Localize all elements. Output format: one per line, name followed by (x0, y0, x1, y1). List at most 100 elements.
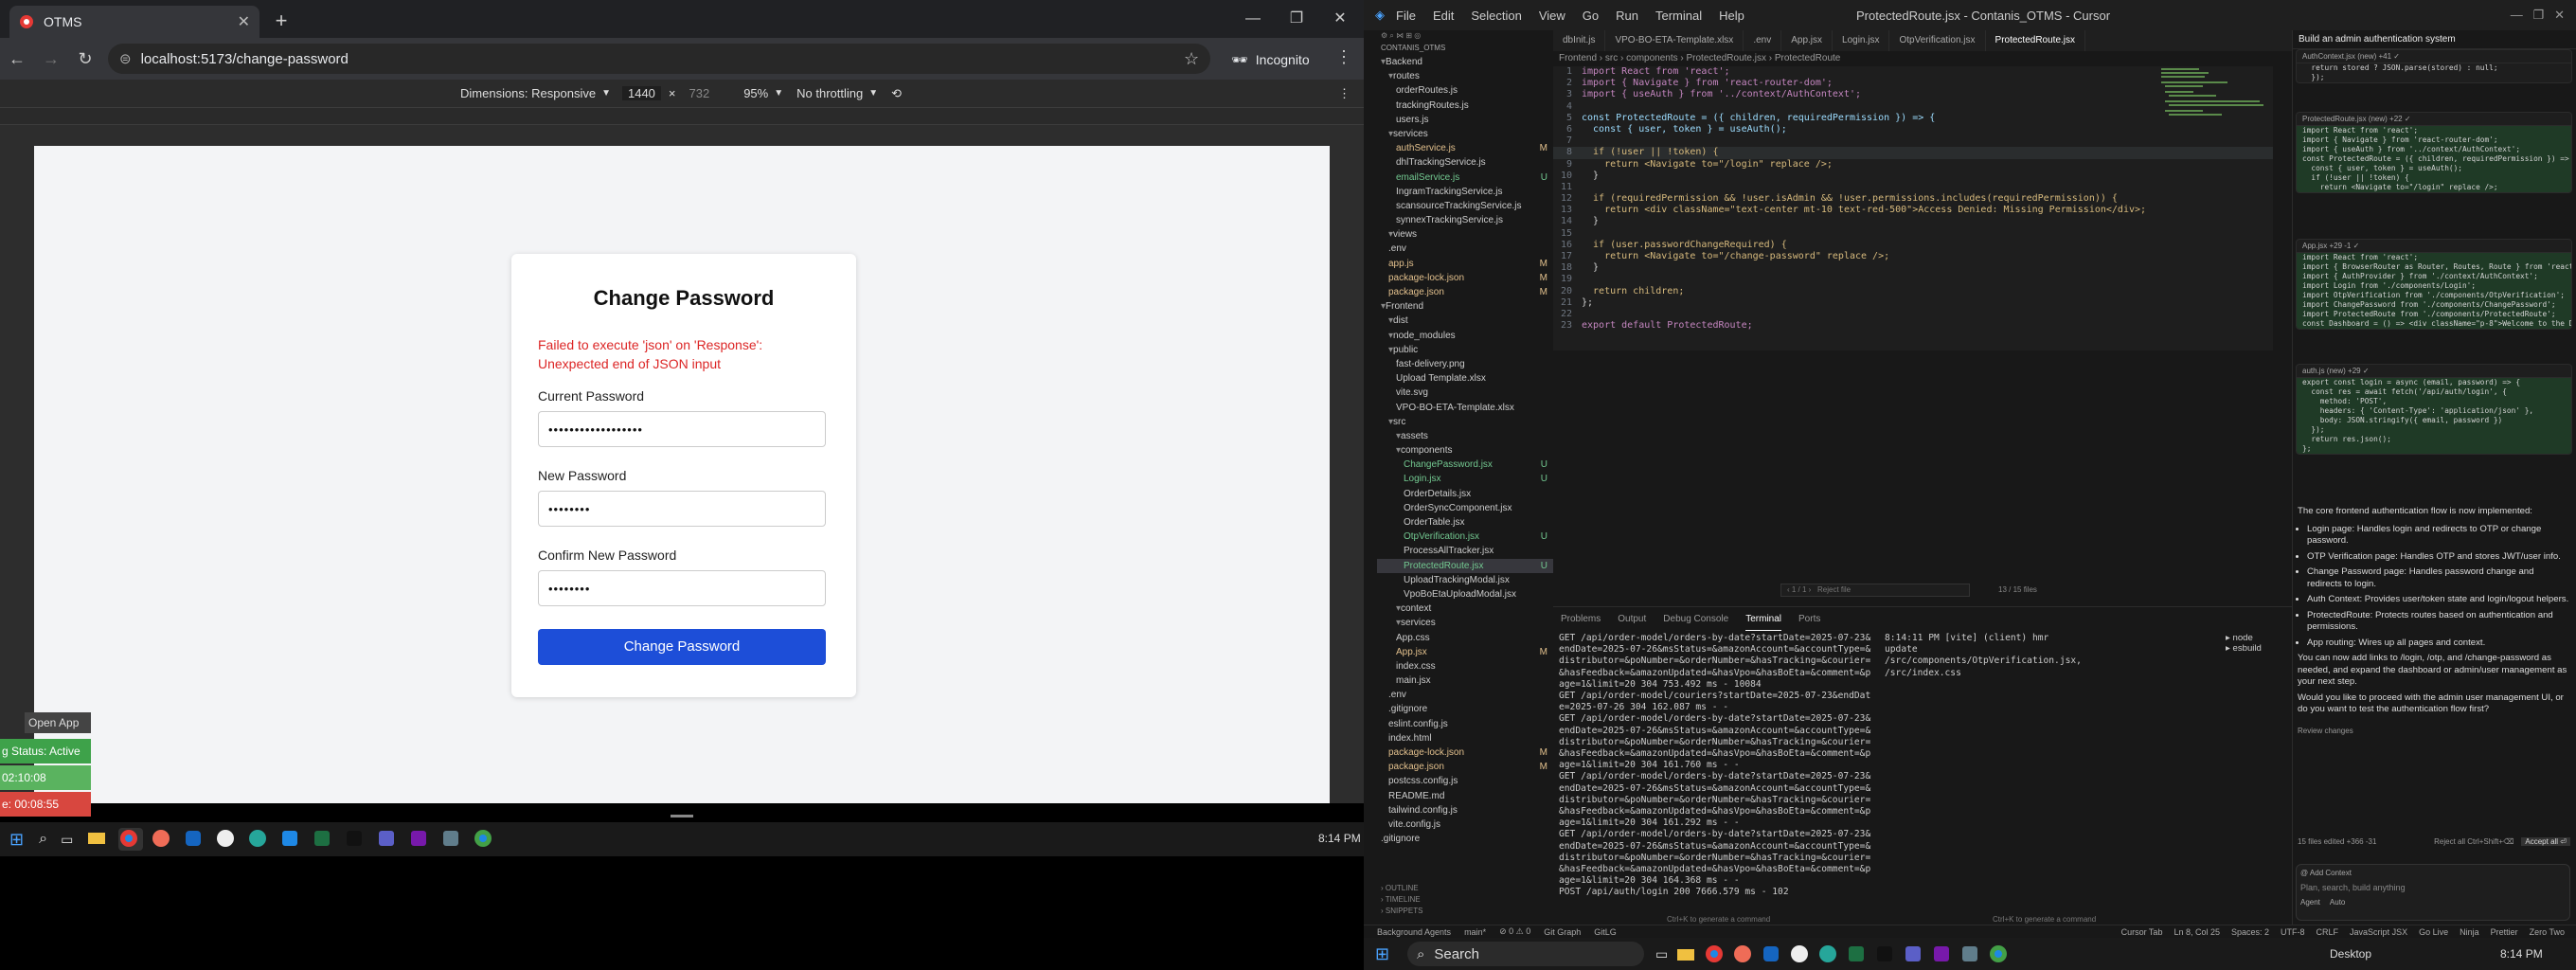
menu-item-run[interactable]: Run (1616, 9, 1638, 23)
teams-icon-right[interactable] (1903, 942, 1923, 966)
editor-tab[interactable]: VPO-BO-ETA-Template.xlsx (1605, 30, 1744, 51)
tree-item[interactable]: VpoBoEtaUploadModal.jsx (1377, 587, 1553, 602)
change-password-button[interactable]: Change Password (538, 629, 826, 665)
file-explorer-icon-right[interactable] (1675, 942, 1696, 966)
new-password-field[interactable]: •••••••• (538, 491, 826, 527)
chrome-icon-right[interactable] (1704, 942, 1725, 966)
tree-item[interactable]: vite.svg (1377, 386, 1553, 400)
tree-item[interactable]: users.js (1377, 113, 1553, 127)
tree-item[interactable]: trackingRoutes.js (1377, 99, 1553, 113)
zoom-select[interactable]: 95% (743, 86, 768, 100)
chat-input[interactable]: @ Add Context Plan, search, build anythi… (2296, 864, 2570, 921)
tree-item[interactable]: .env (1377, 688, 1553, 702)
status-item[interactable]: main* (1464, 927, 1486, 937)
agent-mode-select[interactable]: Agent (2300, 898, 2320, 907)
outline-section[interactable]: › OUTLINE (1381, 883, 1422, 894)
status-item-right[interactable]: Ninja (2460, 927, 2479, 937)
panel-tab-problems[interactable]: Problems (1561, 614, 1601, 631)
taskbar-clock-right[interactable]: 8:14 PM (2500, 947, 2543, 961)
tree-item[interactable]: README.md (1377, 789, 1553, 803)
onenote-icon[interactable] (408, 828, 433, 851)
tree-item[interactable]: package-lock.json M (1377, 745, 1553, 760)
panel-tab-output[interactable]: Output (1618, 614, 1646, 631)
tree-item[interactable]: ▾ components (1377, 443, 1553, 458)
tree-item[interactable]: App.jsx M (1377, 645, 1553, 659)
open-app-button[interactable]: Open App ↗ (25, 712, 91, 750)
reject-all-button[interactable]: Reject all Ctrl+Shift+⌫ (2434, 837, 2513, 846)
tree-item[interactable]: main.jsx (1377, 674, 1553, 688)
tree-item[interactable]: eslint.config.js (1377, 717, 1553, 731)
menu-item-terminal[interactable]: Terminal (1655, 9, 1702, 23)
forward-icon[interactable]: → (34, 42, 68, 76)
chat-code-block[interactable]: auth.js (new) +29 ✓ export const login = … (2296, 364, 2572, 455)
tree-item[interactable]: ▾ src (1377, 415, 1553, 429)
terminal-instance[interactable]: ▸ esbuild (2226, 643, 2292, 654)
add-context-button[interactable]: @ Add Context (2300, 869, 2566, 877)
resize-handle[interactable] (671, 815, 693, 817)
app-icon-right-teal[interactable] (1817, 942, 1838, 966)
file-explorer-icon[interactable] (86, 828, 111, 851)
tree-item[interactable]: vite.config.js (1377, 817, 1553, 832)
tree-item[interactable]: ▾ views (1377, 227, 1553, 242)
tree-item[interactable]: orderRoutes.js (1377, 83, 1553, 98)
status-item-right[interactable]: JavaScript JSX (2350, 927, 2407, 937)
editor-tab[interactable]: Login.jsx (1833, 30, 1890, 51)
chat-code-block[interactable]: App.jsx +29 -1 ✓ import React from 'react… (2296, 239, 2572, 330)
app-icon-right-gray[interactable] (1959, 942, 1980, 966)
editor-tab[interactable]: dbInit.js (1553, 30, 1606, 51)
tree-item[interactable]: ProcessAllTracker.jsx (1377, 544, 1553, 558)
windows-start-icon-right[interactable]: ⊞ (1375, 944, 1389, 964)
files-summary[interactable]: 15 files edited +366 -31 (2298, 837, 2376, 846)
tree-item[interactable]: VPO-BO-ETA-Template.xlsx (1377, 401, 1553, 415)
tree-item[interactable]: ▾ Frontend (1377, 299, 1553, 314)
tree-item[interactable]: OtpVerification.jsx U (1377, 530, 1553, 544)
status-item-right[interactable]: Go Live (2419, 927, 2448, 937)
reload-icon[interactable]: ↻ (68, 42, 102, 76)
tree-item[interactable]: synnexTrackingService.js (1377, 213, 1553, 227)
cursor-app-icon[interactable] (344, 828, 368, 851)
panel-tab-debug-console[interactable]: Debug Console (1663, 614, 1728, 631)
tree-item[interactable]: dhlTrackingService.js (1377, 155, 1553, 170)
confirm-password-field[interactable]: •••••••• (538, 570, 826, 606)
tree-item[interactable]: ChangePassword.jsx U (1377, 458, 1553, 472)
tree-item[interactable]: IngramTrackingService.js (1377, 185, 1553, 199)
tree-item[interactable]: ▾ node_modules (1377, 329, 1553, 343)
terminal-output-left[interactable]: GET /api/order-model/orders-by-date?star… (1559, 633, 1871, 907)
menu-icon[interactable]: ⋮ (1335, 47, 1352, 67)
status-item-right[interactable]: Spaces: 2 (2231, 927, 2269, 937)
menu-item-help[interactable]: Help (1719, 9, 1744, 23)
app-icon-teal[interactable] (247, 828, 272, 851)
windows-start-icon[interactable]: ⊞ (9, 830, 24, 850)
status-item-right[interactable]: Ln 8, Col 25 (2174, 927, 2220, 937)
tree-item[interactable]: fast-delivery.png (1377, 357, 1553, 371)
menu-item-selection[interactable]: Selection (1471, 9, 1521, 23)
editor-tab[interactable]: App.jsx (1781, 30, 1834, 51)
tree-item[interactable]: app.js M (1377, 257, 1553, 271)
vscode-icon[interactable] (279, 828, 304, 851)
tree-item[interactable]: ▾ dist (1377, 314, 1553, 328)
app-icon-blue[interactable] (183, 828, 207, 851)
app-icon-red[interactable] (151, 828, 175, 851)
desktop-label[interactable]: Desktop (2330, 947, 2371, 961)
close-tab-icon[interactable]: ✕ (238, 12, 250, 31)
tree-item[interactable]: ▾ services (1377, 616, 1553, 630)
dimensions-select[interactable]: Dimensions: Responsive (460, 86, 596, 100)
tree-item[interactable]: ▾ routes (1377, 69, 1553, 83)
editor-tab[interactable]: ProtectedRoute.jsx (1985, 30, 2086, 51)
tree-item[interactable]: OrderTable.jsx (1377, 515, 1553, 530)
outline-section[interactable]: › TIMELINE (1381, 894, 1422, 906)
tree-item[interactable]: ▾ services (1377, 127, 1553, 141)
throttle-select[interactable]: No throttling (796, 86, 863, 100)
status-item-right[interactable]: CRLF (2317, 927, 2339, 937)
window-controls[interactable]: — ❐ ✕ (2511, 8, 2565, 23)
menu-item-view[interactable]: View (1539, 9, 1565, 23)
tree-item[interactable]: index.html (1377, 731, 1553, 745)
tree-item[interactable]: emailService.js U (1377, 171, 1553, 185)
status-item[interactable]: Git Graph (1544, 927, 1581, 937)
status-item-right[interactable]: UTF-8 (2281, 927, 2305, 937)
chrome-icon[interactable] (118, 828, 144, 851)
find-widget[interactable]: ‹ 1 / 1 › Reject file (1780, 584, 1970, 597)
status-item[interactable]: ⊘ 0 ⚠ 0 (1499, 926, 1530, 937)
review-changes-link[interactable]: Review changes (2298, 726, 2570, 738)
onenote-icon-right[interactable] (1931, 942, 1952, 966)
